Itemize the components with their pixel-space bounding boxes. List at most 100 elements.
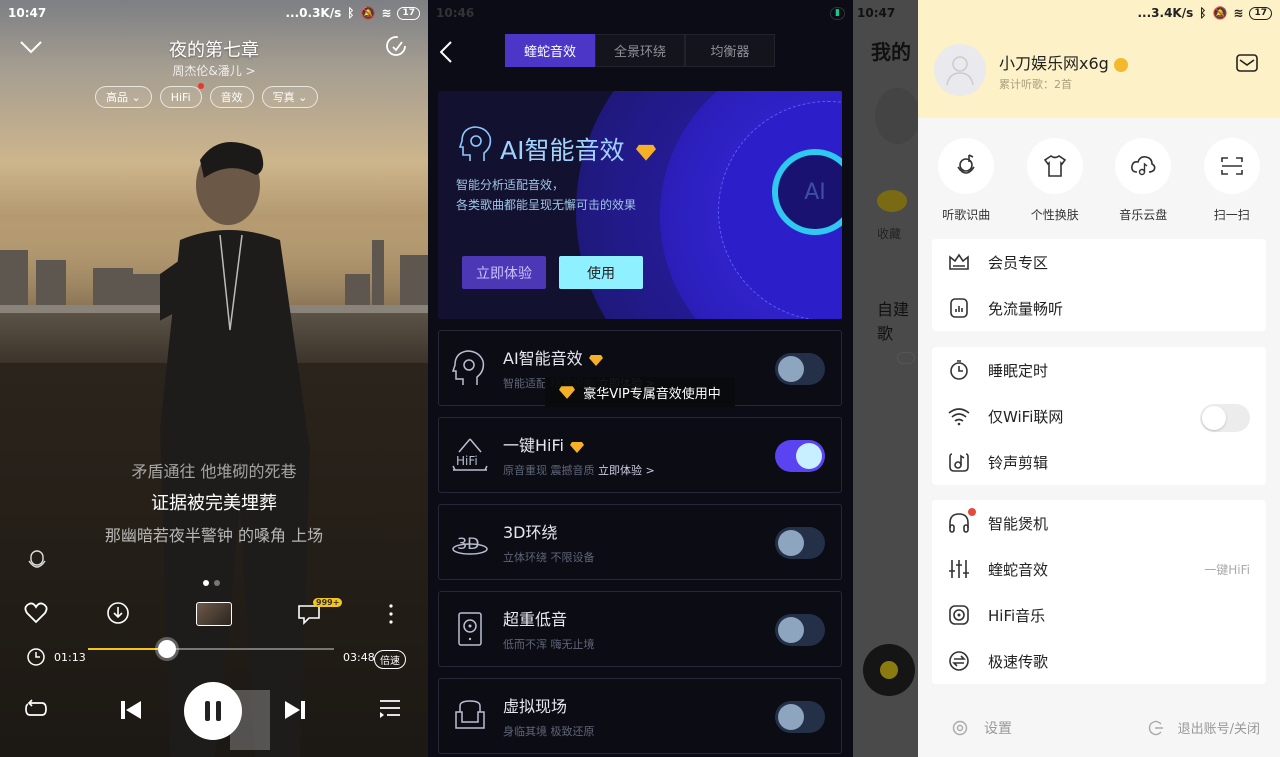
menu-vip-zone[interactable]: 会员专区 bbox=[932, 239, 1266, 285]
mail-icon[interactable] bbox=[1236, 54, 1258, 72]
username[interactable]: 小刀娱乐网x6g bbox=[999, 50, 1128, 74]
effect-item-5[interactable]: 虚拟现场 身临其境 极致还原 bbox=[438, 678, 842, 754]
progress-bar[interactable] bbox=[88, 640, 334, 658]
new-dot bbox=[968, 508, 976, 516]
menu-ringtone-edit[interactable]: 铃声剪辑 bbox=[932, 439, 1266, 485]
hifi-icon: HiFi bbox=[451, 436, 489, 474]
vip-toast: 豪华VIP专属音效使用中 bbox=[545, 377, 735, 407]
effect-toggle[interactable] bbox=[775, 440, 825, 472]
tab-viper-effects[interactable]: 蝰蛇音效 bbox=[505, 34, 595, 67]
pause-button[interactable] bbox=[184, 682, 242, 740]
ai-head-icon bbox=[451, 349, 489, 387]
playback-speed-button[interactable]: 倍速 bbox=[374, 650, 406, 669]
like-heart-icon[interactable] bbox=[24, 602, 48, 624]
quick-skin[interactable]: 个性换肤 bbox=[1015, 138, 1095, 223]
effect-item-3[interactable]: 3D 3D环绕 立体环绕 不限设备 bbox=[438, 504, 842, 580]
effect-toggle[interactable] bbox=[775, 614, 825, 646]
effect-toggle[interactable] bbox=[775, 527, 825, 559]
menu-fast-transfer[interactable]: 极速传歌 bbox=[932, 638, 1266, 684]
banner-description: 智能分析适配音效， 各类歌曲都能呈现无懈可击的效果 bbox=[456, 178, 637, 212]
battery-icon: 17 bbox=[397, 6, 420, 20]
quick-recognize[interactable]: 听歌识曲 bbox=[926, 138, 1006, 223]
effect-toggle[interactable] bbox=[775, 353, 825, 385]
effect-toggle[interactable] bbox=[775, 701, 825, 733]
mute-icon: 🔕 bbox=[360, 6, 376, 20]
chip-effects[interactable]: 音效 bbox=[209, 86, 254, 108]
share-icon[interactable] bbox=[384, 34, 408, 58]
viper-effects-value: 一键HiFi bbox=[1204, 562, 1250, 577]
lyric-page-indicator bbox=[203, 580, 220, 586]
ai-head-icon bbox=[458, 126, 492, 161]
chip-hifi[interactable]: HiFi bbox=[159, 83, 204, 108]
menu-hifi-music[interactable]: HiFi音乐 bbox=[932, 592, 1266, 638]
toggle-knob bbox=[1202, 406, 1226, 430]
avatar bbox=[875, 88, 918, 144]
svg-text:3D: 3D bbox=[457, 534, 480, 553]
progress-knob[interactable] bbox=[157, 640, 176, 658]
menu-free-data[interactable]: 免流量畅听 bbox=[932, 285, 1266, 331]
menu-group-audio: 智能煲机 蝰蛇音效 一键HiFi HiFi音乐 极速传歌 bbox=[932, 500, 1266, 684]
effect-try-link[interactable]: 立即体验 > bbox=[598, 464, 655, 477]
data-plan-icon bbox=[950, 298, 968, 318]
mute-icon: 🔕 bbox=[1212, 6, 1228, 20]
toggle-knob bbox=[778, 356, 804, 382]
user-icon bbox=[946, 56, 974, 86]
wifi-icon bbox=[948, 408, 970, 426]
toggle-knob bbox=[796, 443, 822, 469]
effect-item-4[interactable]: 超重低音 低而不浑 嗨无止境 bbox=[438, 591, 842, 667]
mini-player-disc bbox=[863, 644, 915, 696]
add-icon bbox=[897, 352, 915, 364]
drawer-header: ...3.4K/s ᛒ 🔕 ≋ 17 小刀娱乐网x6g 累计听歌：2首 bbox=[918, 0, 1280, 118]
more-vertical-icon[interactable] bbox=[386, 603, 396, 625]
quick-scan[interactable]: 扫一扫 bbox=[1192, 138, 1272, 223]
song-title: 夜的第七章 bbox=[169, 40, 259, 61]
duration-time: 03:48 bbox=[343, 651, 375, 664]
tab-panoramic-surround[interactable]: 全景环绕 bbox=[595, 34, 685, 67]
comment-count-badge: 999+ bbox=[313, 598, 343, 607]
playlist-icon[interactable] bbox=[378, 698, 402, 720]
toggle-knob bbox=[778, 617, 804, 643]
listen-count: 累计听歌：2首 bbox=[999, 78, 1072, 91]
effect-title: 3D环绕 bbox=[503, 523, 558, 542]
next-track-icon[interactable] bbox=[284, 700, 306, 720]
back-chevron-icon[interactable] bbox=[438, 40, 454, 64]
use-button[interactable]: 使用 bbox=[559, 256, 643, 289]
menu-burn-in[interactable]: 智能煲机 bbox=[932, 500, 1266, 546]
scan-icon bbox=[1220, 157, 1243, 175]
user-avatar[interactable] bbox=[934, 44, 986, 96]
menu-sleep-timer[interactable]: 睡眠定时 bbox=[932, 347, 1266, 393]
heart-icon bbox=[877, 190, 907, 212]
quick-cloud[interactable]: 音乐云盘 bbox=[1103, 138, 1183, 223]
cloud-music-icon bbox=[1131, 156, 1156, 176]
status-bar: 10:46 ▮ bbox=[428, 0, 853, 26]
lyric-next: 那幽暗若夜半警钟 的嗓角 上场 bbox=[104, 526, 324, 545]
menu-viper-effects[interactable]: 蝰蛇音效 一键HiFi bbox=[932, 546, 1266, 592]
effect-item-2[interactable]: HiFi 一键HiFi 原音重现 震撼音质 立即体验 > bbox=[438, 417, 842, 493]
logout-button[interactable]: 退出账号/关闭 bbox=[1148, 718, 1260, 737]
my-page-dimmed[interactable]: 10:47 我的 收藏 自建歌 bbox=[853, 0, 918, 757]
artist-link[interactable]: 周杰伦&潘儿 > bbox=[0, 62, 428, 79]
try-now-button[interactable]: 立即体验 bbox=[462, 256, 546, 289]
previous-track-icon[interactable] bbox=[120, 700, 142, 720]
sleep-timer-icon[interactable] bbox=[26, 646, 46, 666]
effect-subtitle: 低而不浑 嗨无止境 bbox=[503, 638, 595, 651]
wifi-only-toggle[interactable] bbox=[1200, 404, 1250, 432]
gear-icon bbox=[952, 720, 968, 736]
repeat-icon[interactable] bbox=[24, 698, 48, 720]
tab-equalizer[interactable]: 均衡器 bbox=[685, 34, 775, 67]
settings-button[interactable]: 设置 bbox=[952, 718, 1012, 738]
singing-mic-icon[interactable] bbox=[26, 548, 48, 574]
pause-icon bbox=[205, 701, 221, 721]
bluetooth-icon: ᛒ bbox=[347, 6, 355, 20]
mv-thumbnail-button[interactable] bbox=[196, 602, 232, 626]
bluetooth-icon: ᛒ bbox=[1199, 6, 1207, 20]
speaker-icon bbox=[451, 610, 489, 648]
vip-diamond-icon bbox=[588, 354, 603, 366]
side-drawer: ...3.4K/s ᛒ 🔕 ≋ 17 小刀娱乐网x6g 累计听歌：2首 听歌识曲… bbox=[918, 0, 1280, 757]
chip-photo[interactable]: 写真 ⌄ bbox=[261, 86, 319, 108]
progress-fill bbox=[88, 648, 167, 650]
ai-effects-banner: AI AI智能音效 智能分析适配音效， 各类歌曲都能呈现无懈可击的效果 立即体验 … bbox=[438, 91, 842, 319]
chip-quality[interactable]: 高品 ⌄ bbox=[95, 86, 152, 108]
effect-subtitle: 原音重现 震撼音质 bbox=[503, 464, 595, 477]
download-icon[interactable] bbox=[106, 601, 130, 625]
